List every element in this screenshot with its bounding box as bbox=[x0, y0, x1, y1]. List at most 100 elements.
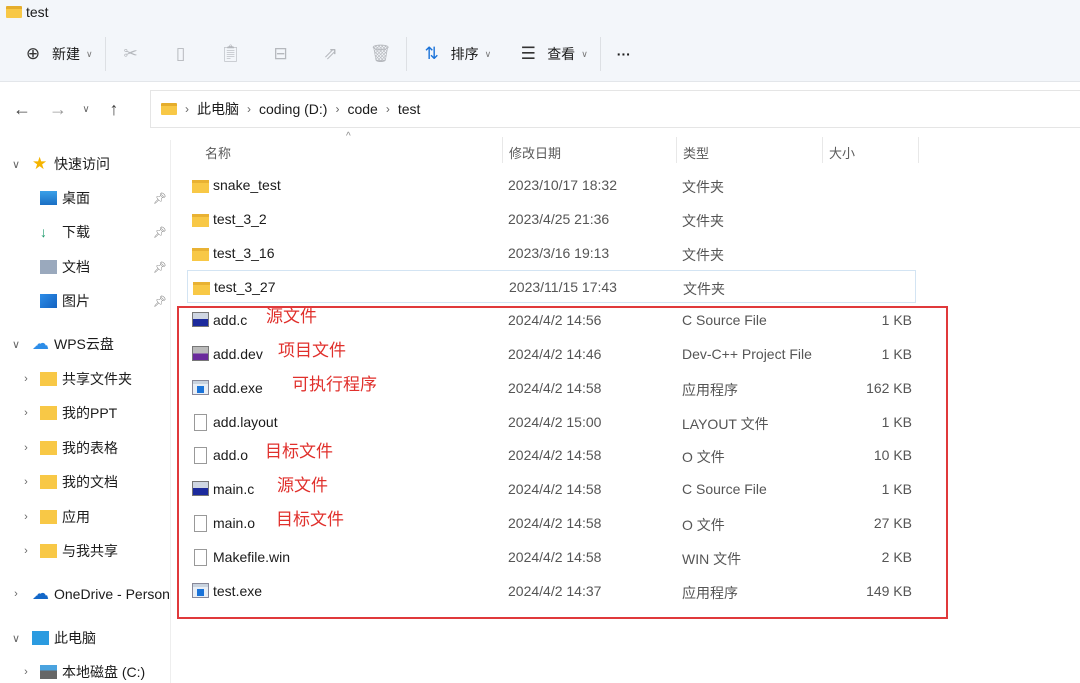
sidebar-item[interactable]: ∨ 此电脑 bbox=[12, 626, 96, 650]
picture-icon bbox=[40, 294, 57, 308]
chevron-right-icon: › bbox=[335, 102, 340, 116]
folder-icon bbox=[40, 475, 57, 489]
file-row[interactable]: snake_test 2023/10/17 18:32 文件夹 bbox=[187, 169, 916, 202]
file-type: 文件夹 bbox=[683, 281, 725, 298]
document-icon bbox=[40, 260, 57, 274]
sort-label: 排序 bbox=[450, 46, 479, 62]
file-row[interactable]: test_3_16 2023/3/16 19:13 文件夹 bbox=[187, 237, 916, 270]
file-date: 2023/3/16 19:13 bbox=[508, 244, 610, 261]
column-divider[interactable] bbox=[822, 137, 823, 163]
chevron-down-icon: ∨ bbox=[581, 48, 588, 59]
forward-icon[interactable]: → bbox=[40, 99, 76, 120]
column-divider[interactable] bbox=[676, 137, 677, 163]
pin-icon[interactable]: 📌︎ bbox=[153, 295, 167, 308]
file-name: test_3_16 bbox=[213, 244, 275, 261]
chevron-down-icon[interactable]: ∨ bbox=[10, 158, 22, 171]
sidebar-item-label: 图片 bbox=[62, 293, 90, 309]
sidebar-item[interactable]: ∨ ★ 快速访问 bbox=[12, 152, 110, 176]
sidebar-item[interactable]: › ☁ OneDrive - Personal bbox=[14, 582, 170, 606]
column-date[interactable]: 修改日期 bbox=[509, 143, 561, 162]
sidebar-item[interactable]: › 与我共享 bbox=[24, 539, 118, 563]
star-icon: ★ bbox=[32, 154, 48, 173]
sidebar-item[interactable]: 桌面 📌︎ bbox=[40, 186, 167, 210]
chevron-down-icon[interactable]: ∨ bbox=[10, 338, 22, 351]
title-text: test bbox=[26, 4, 49, 20]
file-type: 文件夹 bbox=[682, 246, 724, 263]
breadcrumb-item[interactable]: code bbox=[347, 101, 377, 117]
sidebar-item[interactable]: 文档 📌︎ bbox=[40, 255, 167, 279]
recent-chevron-icon[interactable]: ∨ bbox=[76, 104, 96, 115]
sidebar-item[interactable]: ∨ ☁ WPS云盘 bbox=[12, 332, 114, 356]
sidebar-item[interactable]: › 我的文档 bbox=[24, 470, 118, 494]
file-row[interactable]: test_3_27 2023/11/15 17:43 文件夹 bbox=[187, 270, 916, 304]
sidebar-item[interactable]: › 应用 bbox=[24, 505, 90, 529]
file-type: 文件夹 bbox=[682, 212, 724, 229]
chevron-right-icon[interactable]: › bbox=[10, 588, 22, 600]
sort-button[interactable]: ⇅ 排序 ∨ bbox=[407, 36, 504, 72]
copy-icon: ▯ bbox=[175, 44, 186, 63]
file-name: test_3_2 bbox=[213, 210, 267, 227]
cut-button[interactable]: ✂ bbox=[106, 36, 156, 72]
column-divider[interactable] bbox=[502, 137, 503, 163]
breadcrumb-item[interactable]: 此电脑 bbox=[197, 99, 239, 119]
pin-icon[interactable]: 📌︎ bbox=[153, 226, 167, 239]
chevron-right-icon[interactable]: › bbox=[20, 442, 32, 454]
sidebar-item-label: 我的表格 bbox=[62, 440, 118, 456]
sidebar-item-label: 文档 bbox=[62, 259, 90, 275]
file-name: test_3_27 bbox=[214, 279, 276, 296]
plus-circle-icon: ⊕ bbox=[25, 44, 41, 63]
sidebar-item-label: 我的文档 bbox=[62, 474, 118, 490]
sidebar-item[interactable]: › 本地磁盘 (C:) bbox=[24, 660, 145, 683]
breadcrumb-item[interactable]: coding (D:) bbox=[259, 101, 327, 117]
sidebar-item[interactable]: ↓ 下载 📌︎ bbox=[40, 220, 167, 244]
copy-button[interactable]: ▯ bbox=[156, 36, 206, 72]
chevron-right-icon[interactable]: › bbox=[20, 373, 32, 385]
column-type[interactable]: 类型 bbox=[683, 143, 709, 162]
pin-icon[interactable]: 📌︎ bbox=[153, 261, 167, 274]
drive-icon bbox=[40, 665, 57, 679]
share-button[interactable]: ⇗ bbox=[306, 36, 356, 72]
breadcrumb-item[interactable]: test bbox=[398, 101, 421, 117]
sidebar-item[interactable]: › 我的PPT bbox=[24, 401, 117, 425]
up-icon[interactable]: ↑ bbox=[96, 99, 132, 120]
view-button[interactable]: ☰ 查看 ∨ bbox=[503, 36, 600, 72]
sidebar-item-label: 快速访问 bbox=[54, 156, 110, 172]
delete-icon: 🗑︎ bbox=[369, 44, 392, 63]
sidebar: ∨ ★ 快速访问 桌面 📌︎ ↓ 下载 📌︎ 文档 📌︎ 图片 📌︎ ∨ ☁ WPS云盘 › 共享文件夹 › 我的P… bbox=[0, 140, 171, 683]
pin-icon[interactable]: 📌︎ bbox=[153, 192, 167, 205]
back-icon[interactable]: ← bbox=[4, 99, 40, 120]
sidebar-item-label: 共享文件夹 bbox=[62, 371, 132, 387]
chevron-right-icon[interactable]: › bbox=[20, 407, 32, 419]
sidebar-item[interactable]: 图片 📌︎ bbox=[40, 289, 167, 313]
delete-button[interactable]: 🗑︎ bbox=[356, 36, 406, 72]
column-divider[interactable] bbox=[918, 137, 919, 163]
chevron-right-icon[interactable]: › bbox=[20, 476, 32, 488]
file-row[interactable]: test_3_2 2023/4/25 21:36 文件夹 bbox=[187, 203, 916, 236]
file-date: 2023/4/25 21:36 bbox=[508, 210, 610, 227]
new-button[interactable]: ⊕ 新建 ∨ bbox=[0, 36, 105, 72]
sidebar-item-label: WPS云盘 bbox=[54, 336, 114, 352]
new-label: 新建 bbox=[52, 46, 80, 62]
folder-icon bbox=[40, 510, 57, 524]
more-button[interactable]: ··· bbox=[601, 36, 643, 72]
address-bar[interactable]: › 此电脑 › coding (D:) › code › test bbox=[150, 90, 1080, 128]
file-date: 2023/11/15 17:43 bbox=[509, 279, 617, 296]
chevron-right-icon[interactable]: › bbox=[20, 545, 32, 557]
folder-icon bbox=[161, 103, 177, 115]
folder-icon bbox=[6, 6, 22, 18]
more-icon: ··· bbox=[616, 46, 631, 62]
chevron-right-icon: › bbox=[185, 102, 189, 116]
chevron-down-icon[interactable]: ∨ bbox=[10, 632, 22, 645]
chevron-right-icon[interactable]: › bbox=[20, 666, 32, 678]
desktop-icon bbox=[40, 191, 57, 205]
sidebar-item-label: 下载 bbox=[62, 224, 90, 240]
sidebar-item[interactable]: › 我的表格 bbox=[24, 436, 118, 460]
rename-button[interactable]: ⊟ bbox=[256, 36, 306, 72]
column-name[interactable]: 名称 bbox=[205, 143, 231, 162]
download-icon: ↓ bbox=[40, 224, 47, 240]
sidebar-item[interactable]: › 共享文件夹 bbox=[24, 367, 132, 391]
chevron-right-icon[interactable]: › bbox=[20, 511, 32, 523]
column-header: ^ 名称 修改日期 类型 大小 bbox=[172, 131, 1080, 163]
column-size[interactable]: 大小 bbox=[829, 143, 855, 162]
paste-button[interactable]: 📋︎ bbox=[206, 36, 256, 72]
